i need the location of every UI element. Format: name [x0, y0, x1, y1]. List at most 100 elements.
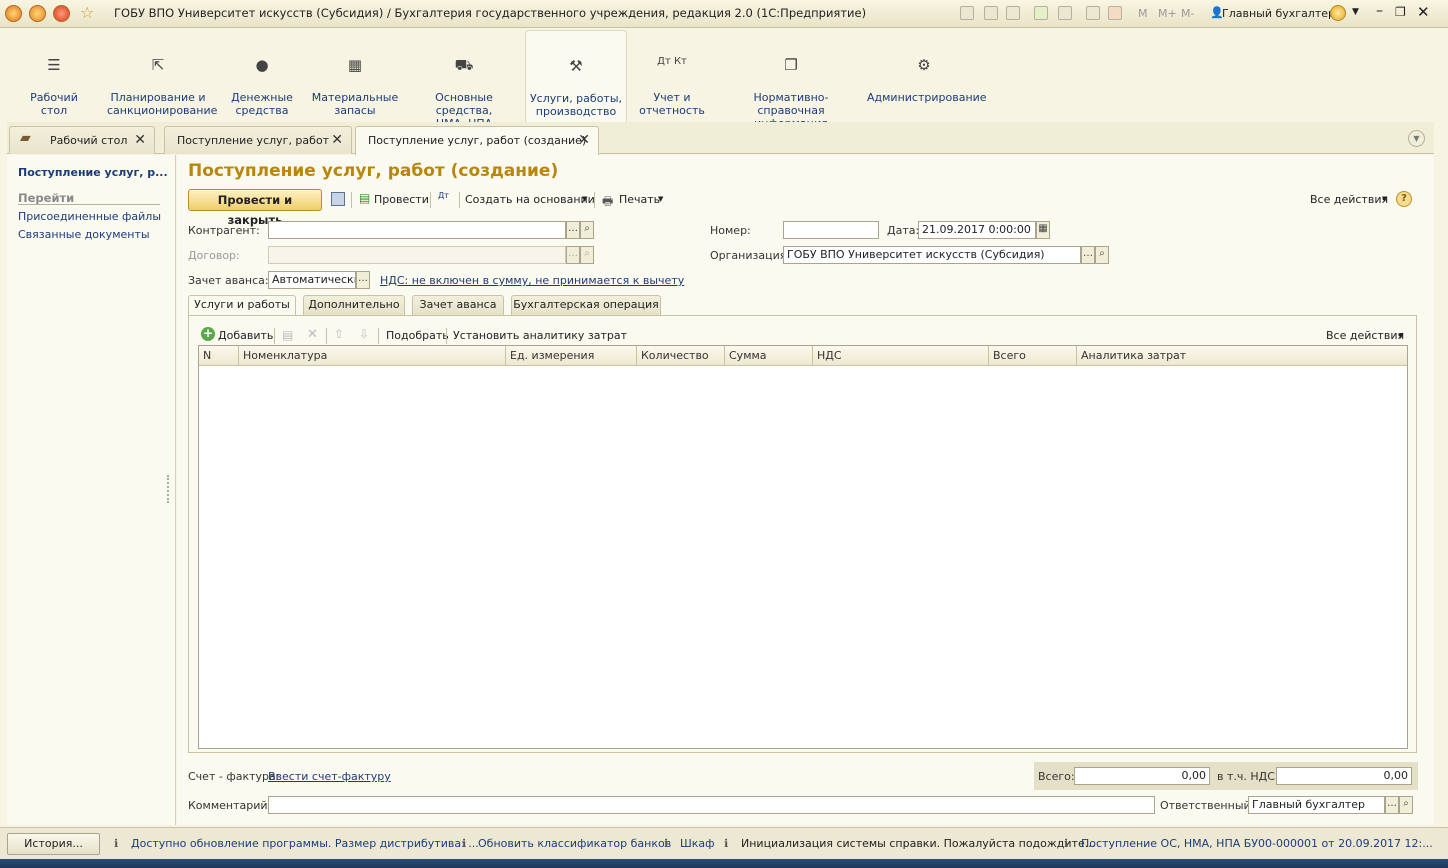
nav-link-attached-files[interactable]: Присоединенные файлы [18, 210, 161, 223]
delete-icon[interactable]: ✕ [307, 327, 318, 342]
memory-m-plus[interactable]: M+ [1158, 7, 1177, 20]
main-menu-icon[interactable] [29, 5, 46, 22]
total-value: 0,00 [1074, 767, 1210, 785]
vat-link[interactable]: НДС: не включен в сумму, не принимается … [380, 274, 684, 287]
tabs-menu-icon[interactable]: ▼ [1408, 130, 1425, 147]
section-planning[interactable]: ⇱ Планирование и санкционирование [107, 30, 217, 122]
search-icon[interactable]: ⌕ [580, 221, 594, 239]
organization-input[interactable]: ГОБУ ВПО Университет искусств (Субсидия) [783, 246, 1081, 264]
section-admin[interactable]: ⚙ Администрирование [867, 30, 987, 122]
calculator-icon[interactable] [1086, 6, 1100, 20]
add-button[interactable]: Добавить [218, 329, 273, 342]
save-icon[interactable] [331, 192, 345, 206]
enter-invoice-link[interactable]: Ввести счет-фактуру [268, 770, 391, 783]
column-nomenclature[interactable]: Номенклатура [243, 349, 327, 362]
contract-input[interactable] [268, 246, 566, 264]
tab-services-list[interactable]: Поступление услуг, работ ✕ [164, 126, 352, 154]
counterparty-input[interactable] [268, 221, 566, 239]
print-button[interactable]: Печать [619, 193, 660, 206]
number-input[interactable] [783, 221, 879, 239]
nav-link-related-docs[interactable]: Связанные документы [18, 228, 150, 241]
organization-select-button[interactable]: … [1081, 246, 1095, 264]
search-icon[interactable]: ⌕ [580, 246, 594, 264]
print-icon[interactable] [984, 6, 998, 20]
column-quantity[interactable]: Количество [641, 349, 709, 362]
help-icon[interactable]: ? [1396, 191, 1412, 207]
column-total[interactable]: Всего [993, 349, 1026, 362]
column-cost-analytics[interactable]: Аналитика затрат [1081, 349, 1186, 362]
chevron-down-icon[interactable]: ▼ [1352, 7, 1359, 17]
section-accounting[interactable]: Дт Кт Учет и отчетность [637, 30, 707, 122]
all-actions-button[interactable]: Все действия [1310, 193, 1388, 206]
pick-button[interactable]: Подобрать [386, 329, 449, 342]
column-sum[interactable]: Сумма [729, 349, 767, 362]
history-button[interactable]: История... [7, 833, 100, 855]
current-user[interactable]: Главный бухгалтер [1222, 7, 1335, 20]
section-desktop[interactable]: ☰ Рабочий стол [11, 30, 97, 122]
vat-total-label: в т.ч. НДС: [1217, 770, 1279, 783]
tab-advance-offset[interactable]: Зачет аванса [412, 295, 504, 315]
search-icon[interactable]: ⌕ [1399, 796, 1413, 814]
minimize-icon[interactable]: – [1376, 3, 1383, 19]
table-all-actions-button[interactable]: Все действия [1326, 329, 1404, 342]
status-update-banks[interactable]: Обновить классификатор банков [478, 837, 671, 850]
status-help-init[interactable]: Инициализация системы справки. Пожалуйст… [741, 837, 1095, 850]
stop-icon[interactable] [53, 5, 70, 22]
tab-accounting-operation[interactable]: Бухгалтерская операция [511, 295, 661, 315]
splitter-handle[interactable] [167, 475, 171, 503]
search-icon[interactable]: ⌕ [1095, 246, 1109, 264]
responsible-input[interactable]: Главный бухгалтер [1248, 796, 1385, 814]
page-title: Поступление услуг, работ (создание) [188, 161, 559, 181]
post-and-close-button[interactable]: Провести и закрыть [188, 189, 322, 227]
tab-desktop[interactable]: ▰ Рабочий стол ✕ [9, 126, 155, 154]
dt-kt-icon[interactable]: Дт [438, 191, 449, 200]
section-reference[interactable]: ❐ Нормативно-справочная информация [725, 30, 857, 130]
memory-m-minus[interactable]: M- [1181, 7, 1194, 20]
chevron-down-icon: ▼ [658, 195, 664, 203]
close-tab-icon[interactable]: ✕ [134, 132, 146, 148]
calendar-icon[interactable] [1108, 6, 1122, 20]
calendar-icon[interactable]: ▦ [1036, 221, 1050, 239]
save-icon[interactable] [960, 6, 974, 20]
status-cabinet[interactable]: Шкаф [680, 837, 715, 850]
add-favorite-icon[interactable] [1034, 6, 1048, 20]
section-materials[interactable]: ▦ Материальные запасы [311, 30, 399, 122]
responsible-select-button[interactable]: … [1385, 796, 1399, 814]
tab-services-works[interactable]: Услуги и работы [188, 295, 296, 316]
section-services[interactable]: ⚒ Услуги, работы, производство [525, 30, 627, 122]
section-money[interactable]: ● Денежные средства [222, 30, 302, 122]
move-up-icon[interactable]: ⇧ [334, 327, 344, 341]
column-vat[interactable]: НДС [817, 349, 842, 362]
memory-m[interactable]: M [1138, 7, 1148, 20]
contract-select-button[interactable]: … [566, 246, 580, 264]
nav-current-item[interactable]: Поступление услуг, р... [18, 166, 168, 179]
advance-select-button[interactable]: … [356, 271, 370, 289]
tab-services-create[interactable]: Поступление услуг, работ (создание) ✕ [355, 126, 599, 155]
section-fixed-assets[interactable]: ⛟ Основные средства, НМА, НПА [407, 30, 521, 130]
set-analytics-button[interactable]: Установить аналитику затрат [453, 329, 627, 342]
status-update-available[interactable]: Доступно обновление программы. Размер ди… [131, 837, 479, 850]
section-label: Учет и отчетность [639, 91, 705, 117]
counterparty-select-button[interactable]: … [566, 221, 580, 239]
comment-input[interactable] [268, 796, 1155, 814]
create-based-on-button[interactable]: Создать на основании [465, 193, 595, 206]
services-table[interactable]: N Номенклатура Ед. измерения Количество … [198, 345, 1408, 749]
favorites-star-icon[interactable]: ☆ [80, 3, 94, 22]
post-button[interactable]: Провести [374, 193, 429, 206]
move-down-icon[interactable]: ⇩ [359, 327, 369, 341]
date-input[interactable]: 21.09.2017 0:00:00 [918, 221, 1036, 239]
column-n[interactable]: N [203, 349, 211, 362]
copy-icon[interactable]: ▤ [282, 328, 293, 342]
close-icon[interactable]: ✕ [1417, 3, 1430, 21]
preview-icon[interactable] [1006, 6, 1020, 20]
info-icon[interactable] [1330, 5, 1346, 21]
app-logo-icon[interactable] [5, 5, 22, 22]
restore-icon[interactable]: ❐ [1395, 5, 1406, 19]
advance-select[interactable]: Автоматически [268, 271, 356, 289]
column-unit[interactable]: Ед. измерения [510, 349, 594, 362]
tab-additional[interactable]: Дополнительно [303, 295, 405, 315]
close-tab-icon[interactable]: ✕ [578, 132, 590, 148]
status-fixed-assets-doc[interactable]: Поступление ОС, НМА, НПА БУ00-000001 от … [1081, 837, 1433, 850]
close-tab-icon[interactable]: ✕ [331, 132, 343, 148]
history-icon[interactable] [1058, 6, 1072, 20]
